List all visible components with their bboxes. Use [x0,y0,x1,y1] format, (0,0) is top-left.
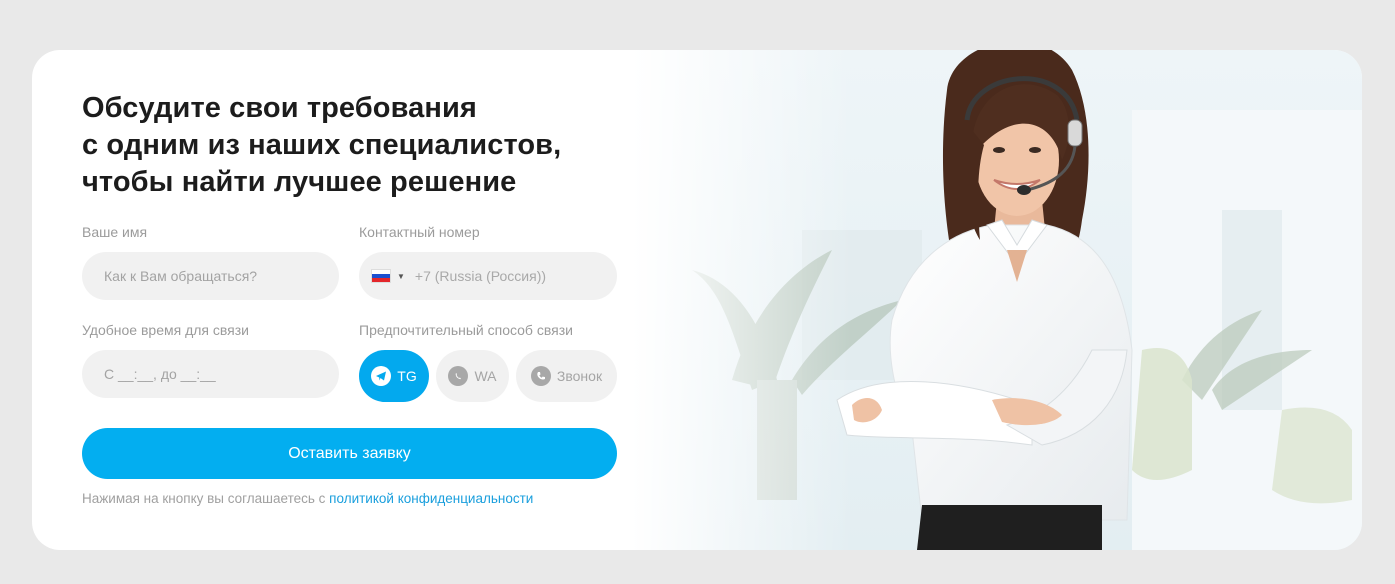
phone-label: Контактный номер [359,224,480,240]
form-title-line-3: чтобы найти лучшее решение [82,166,517,198]
chevron-down-icon[interactable]: ▼ [397,272,405,281]
contact-option-label: TG [397,368,417,384]
name-label: Ваше имя [82,224,148,240]
contact-method-label: Предпочтительный способ связи [359,322,573,338]
submit-button[interactable]: Оставить заявку [82,428,617,479]
contact-option-label: Звонок [556,368,603,384]
privacy-policy-link[interactable]: политикой конфиденциальности [329,491,533,506]
name-field-wrapper [82,252,339,300]
contact-option-label: WA [474,368,497,384]
whatsapp-icon [448,366,469,386]
consent-prefix: Нажимая на кнопку вы соглашаетесь с [82,491,326,506]
time-label: Удобное время для связи [82,322,249,338]
form-title-line-1: Обсудите свои требования [82,92,477,124]
form-title: Обсудите свои требования с одним из наши… [82,90,642,201]
phone-icon [530,366,551,386]
contact-option-whatsapp[interactable]: WA [436,350,509,402]
form-title-line-2: с одним из наших специалистов, [82,129,562,161]
name-input[interactable] [102,267,339,285]
callback-form-card: Обсудите свои требования с одним из наши… [32,50,1362,550]
contact-option-telegram[interactable]: TG [359,350,429,402]
telegram-icon [371,366,392,386]
time-input[interactable] [102,365,339,383]
contact-option-call[interactable]: Звонок [516,350,617,402]
phone-field[interactable]: ▼ +7 (Russia (Россия)) [359,252,617,300]
consent-text: Нажимая на кнопку вы соглашаетесь с поли… [82,491,533,506]
russia-flag-icon[interactable] [371,269,391,283]
phone-country-code: +7 (Russia (Россия)) [414,268,547,284]
time-field-wrapper [82,350,339,398]
